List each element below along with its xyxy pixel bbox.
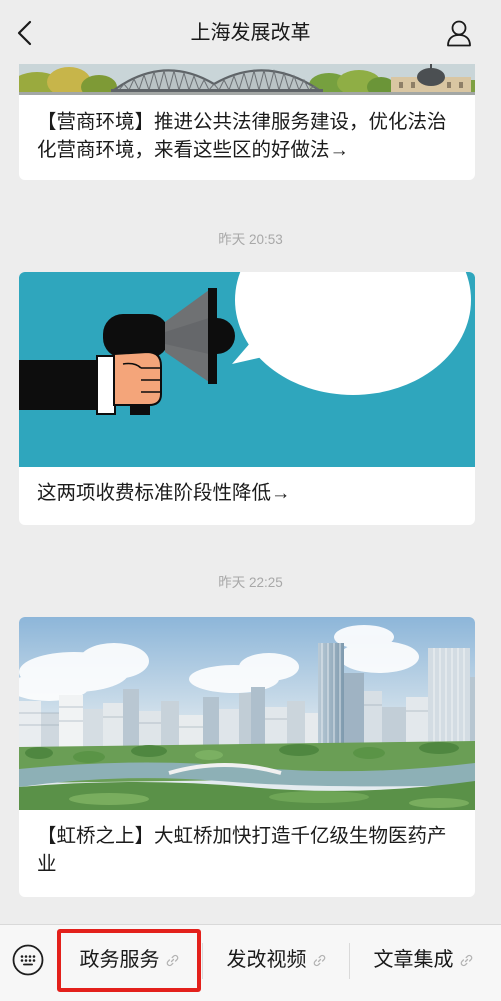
top-bar: 上海发展改革 bbox=[0, 0, 501, 64]
sleeve bbox=[19, 360, 99, 410]
menu-item-label: 发改视频 bbox=[226, 949, 307, 971]
article-title: 【虹桥之上】大虹桥加快打造千亿级生物医药产业 bbox=[37, 825, 447, 875]
keyboard-icon[interactable] bbox=[12, 944, 44, 976]
article-title: 【营商环境】推进公共法律服务建设，优化法治化营商环境，来看这些区的好做法→ bbox=[37, 111, 447, 161]
menu-item-label: 文章集成 bbox=[373, 949, 454, 971]
timestamp: 昨天 20:53 bbox=[218, 232, 283, 247]
person-icon[interactable] bbox=[446, 19, 472, 47]
highlight-box bbox=[57, 929, 201, 992]
page-title: 上海发展改革 bbox=[190, 22, 311, 44]
article-cover-image[interactable] bbox=[19, 617, 475, 810]
hand bbox=[113, 350, 162, 406]
menu-item-articles[interactable]: 文章集成 bbox=[350, 925, 496, 995]
article-title: 这两项收费标准阶段性降低→ bbox=[37, 482, 291, 504]
article-card[interactable]: 这两项收费标准阶段性降低→ bbox=[19, 272, 475, 525]
article-cover-image[interactable] bbox=[19, 272, 475, 467]
link-icon bbox=[313, 954, 326, 967]
link-icon bbox=[460, 954, 473, 967]
timestamp: 昨天 22:25 bbox=[218, 575, 283, 590]
menu-item-videos[interactable]: 发改视频 bbox=[203, 925, 349, 995]
article-card[interactable]: 【虹桥之上】大虹桥加快打造千亿级生物医药产业 bbox=[19, 617, 475, 897]
shirt-cuff bbox=[96, 355, 116, 415]
back-arrow-icon[interactable] bbox=[14, 20, 38, 46]
